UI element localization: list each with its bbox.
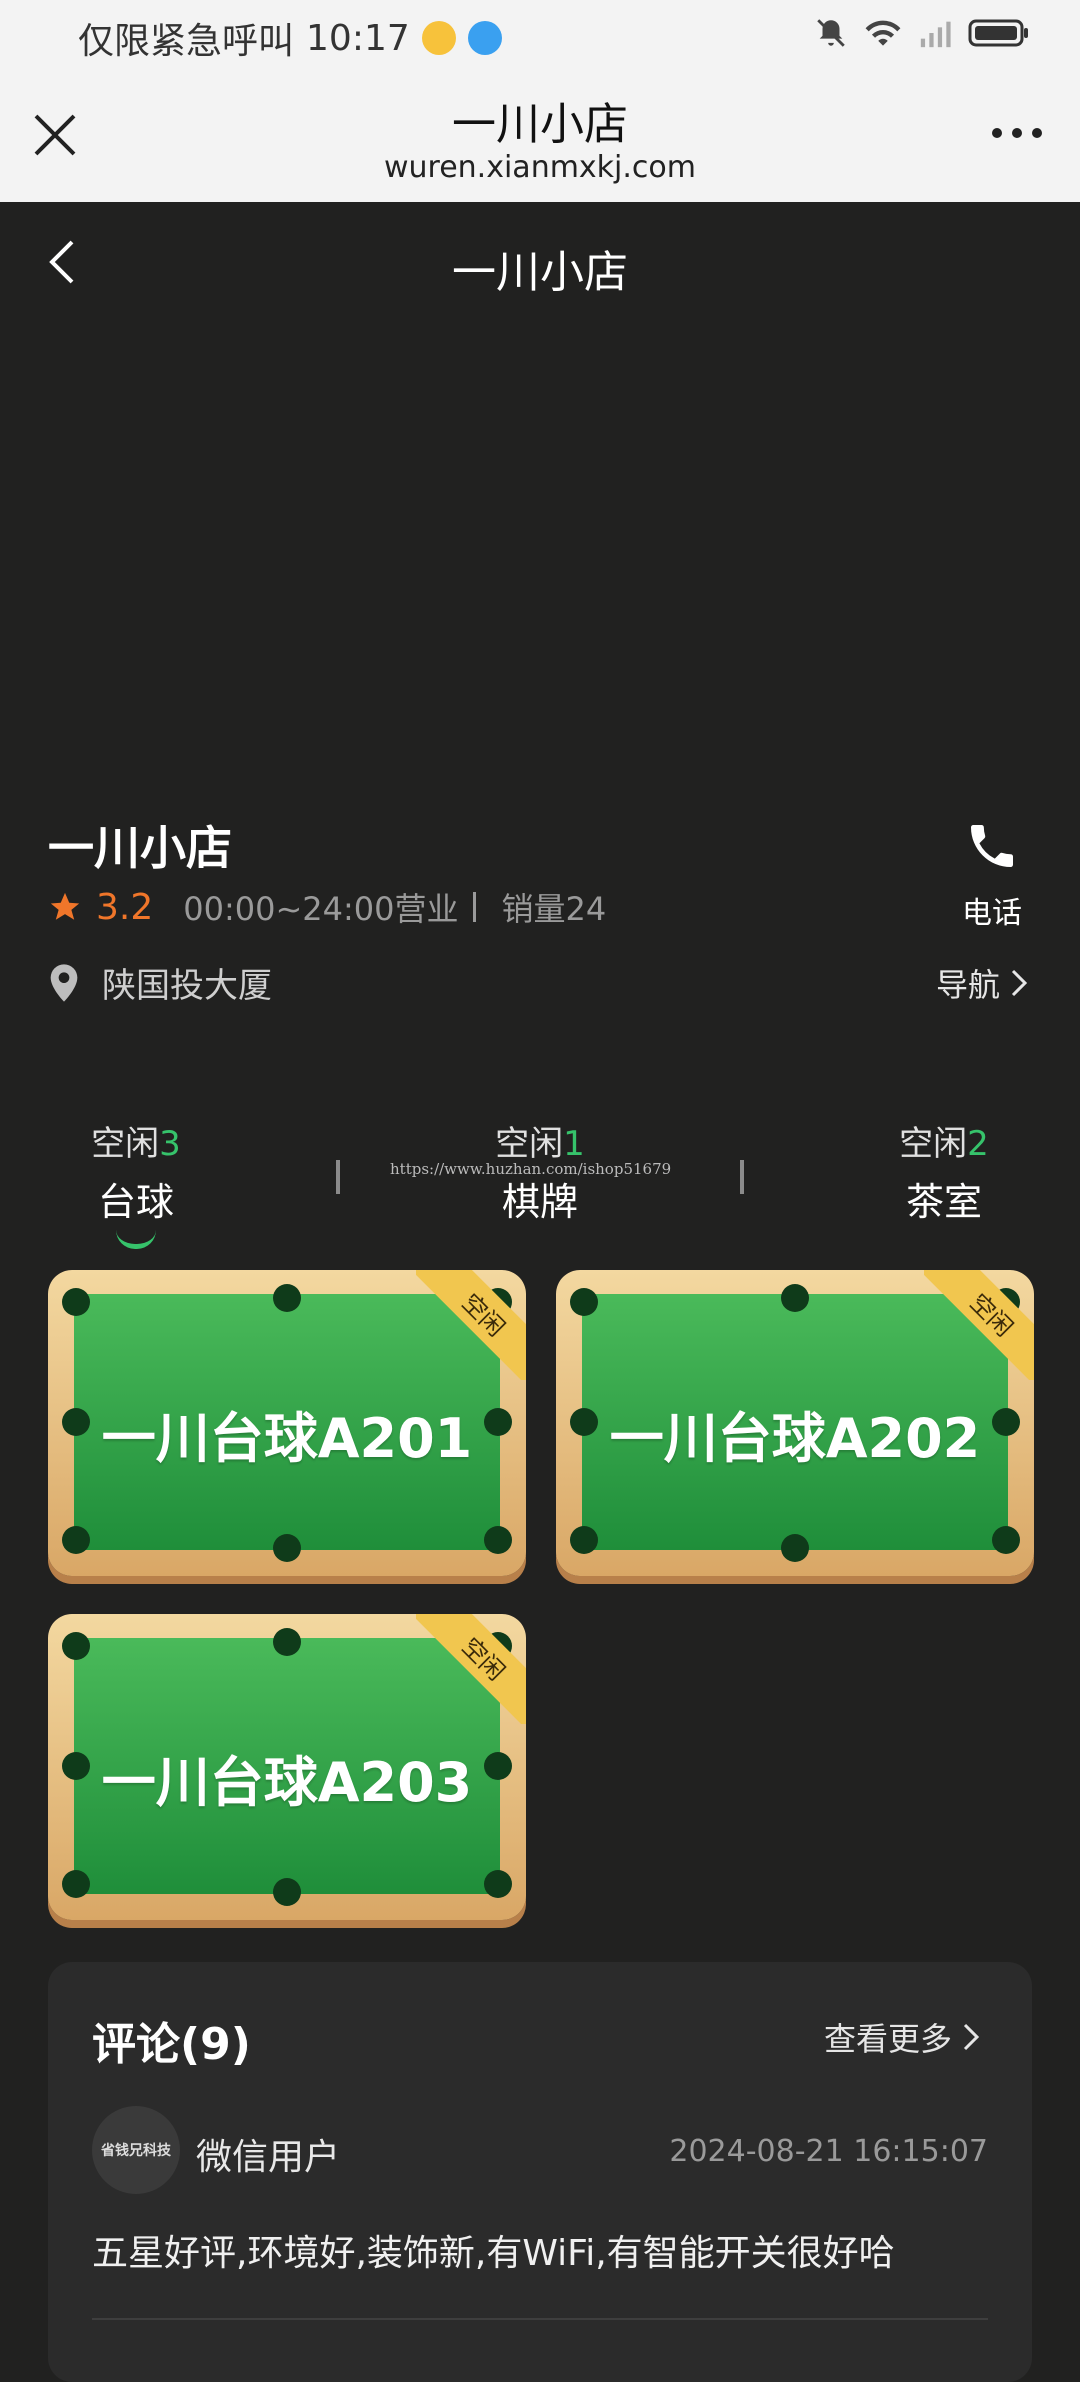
weibo-icon [421,21,456,55]
idle-count: 2 [967,1124,989,1164]
shop-address: 陕国投大厦 [102,966,272,1006]
sales-count: 销量24 [501,890,607,928]
tab-billiards[interactable]: 空闲3 台球 [46,1116,226,1249]
browser-icon [467,21,502,55]
view-more-button[interactable]: 查看更多 [824,2014,980,2060]
tab-tearoom[interactable]: 空闲2 茶室 [854,1116,1034,1226]
chevron-right-icon [963,2023,980,2051]
tab-idle: 空闲3 [46,1116,226,1165]
tab-divider [336,1160,340,1194]
idle-count: 1 [563,1124,585,1164]
pocket [62,1870,90,1898]
clock: 10:17 [306,17,410,59]
status-ribbon: 空闲 [416,1270,526,1380]
idle-label: 空闲 [899,1124,968,1164]
battery-icon [968,19,1028,47]
comment-text: 五星好评,环境好,装饰新,有WiFi,有智能开关很好哈 [92,2233,895,2274]
idle-label: 空闲 [495,1124,564,1164]
tab-label: 台球 [97,1180,174,1224]
more-icon[interactable] [990,126,1044,140]
location-pin-icon [50,963,78,1002]
chevron-right-icon [1011,969,1028,997]
pocket [273,1628,301,1656]
tab-divider [740,1160,744,1194]
comments-title: 评论(9) [92,2019,251,2070]
phone-label: 电话 [962,896,1022,931]
address-row: 陕国投大厦 [48,958,272,1007]
phone-icon [971,825,1013,867]
business-hours: 00:00~24:00营业 [183,890,459,928]
tab-label: 棋牌 [501,1180,578,1224]
phone-button[interactable]: 电话 [952,818,1032,932]
pocket [273,1284,301,1312]
status-ribbon: 空闲 [924,1270,1034,1380]
idle-label: 空闲 [91,1124,160,1164]
table-name: 一川台球A201 [101,1407,473,1470]
pocket [570,1526,598,1554]
active-indicator [116,1230,156,1249]
rating-score: 3.2 [96,886,154,928]
status-ribbon: 空闲 [416,1614,526,1724]
pocket [992,1526,1020,1554]
pocket [62,1632,90,1660]
shop-name: 一川小店 [48,821,232,875]
avatar: 省钱兄科技 [92,2106,180,2194]
table-card[interactable]: 一川台球A203 空闲 [48,1614,526,1920]
page-title: 一川小店 [452,247,628,298]
webview-title: 一川小店 [452,99,628,150]
comment-user: 微信用户 [196,2137,341,2178]
mute-bell-icon [817,19,845,47]
pocket [273,1878,301,1906]
status-badge: 空闲 [416,1614,526,1724]
divider [472,892,476,922]
table-name: 一川台球A203 [101,1751,473,1814]
status-left: 仅限紧急呼叫 10:17 [78,12,502,64]
pocket [62,1526,90,1554]
pocket [781,1284,809,1312]
rating-row: 3.2 00:00~24:00营业 销量24 [48,884,606,930]
comment-date: 2024-08-21 16:15:07 [669,2134,988,2169]
idle-count: 3 [159,1124,181,1164]
table-name: 一川台球A202 [609,1407,981,1470]
pocket [62,1288,90,1316]
pocket [484,1870,512,1898]
signal-icon [920,21,951,48]
status-right [814,16,1030,50]
tab-idle: 空闲1 [450,1116,630,1165]
webview-header: 一川小店 wuren.xianmxkj.com [0,72,1080,202]
pocket [273,1534,301,1562]
status-badge: 空闲 [416,1270,526,1380]
page-nav: 一川小店 [0,202,1080,322]
table-card[interactable]: 一川台球A202 空闲 [556,1270,1034,1576]
pocket [484,1526,512,1554]
wifi-icon [865,20,901,46]
tab-label: 茶室 [905,1180,982,1224]
view-more-label: 查看更多 [823,2020,952,2058]
webview-url: wuren.xianmxkj.com [383,150,696,185]
pocket [781,1534,809,1562]
comments-section: 评论(9) 查看更多 省钱兄科技 微信用户 2024-08-21 16:15:0… [48,1962,1032,2382]
status-badge: 空闲 [924,1270,1034,1380]
table-card[interactable]: 一川台球A201 空闲 [48,1270,526,1576]
pocket [570,1288,598,1316]
carrier-text: 仅限紧急呼叫 [78,21,295,62]
status-bar: 仅限紧急呼叫 10:17 [0,0,1080,72]
navigate-label: 导航 [935,966,1000,1004]
divider [92,2318,988,2320]
watermark: https://www.huzhan.com/ishop51679 [390,1160,672,1178]
avatar-text: 省钱兄科技 [101,2143,171,2159]
navigate-button[interactable]: 导航 [936,960,1028,1006]
star-icon [50,892,80,920]
tab-idle: 空闲2 [854,1116,1034,1165]
